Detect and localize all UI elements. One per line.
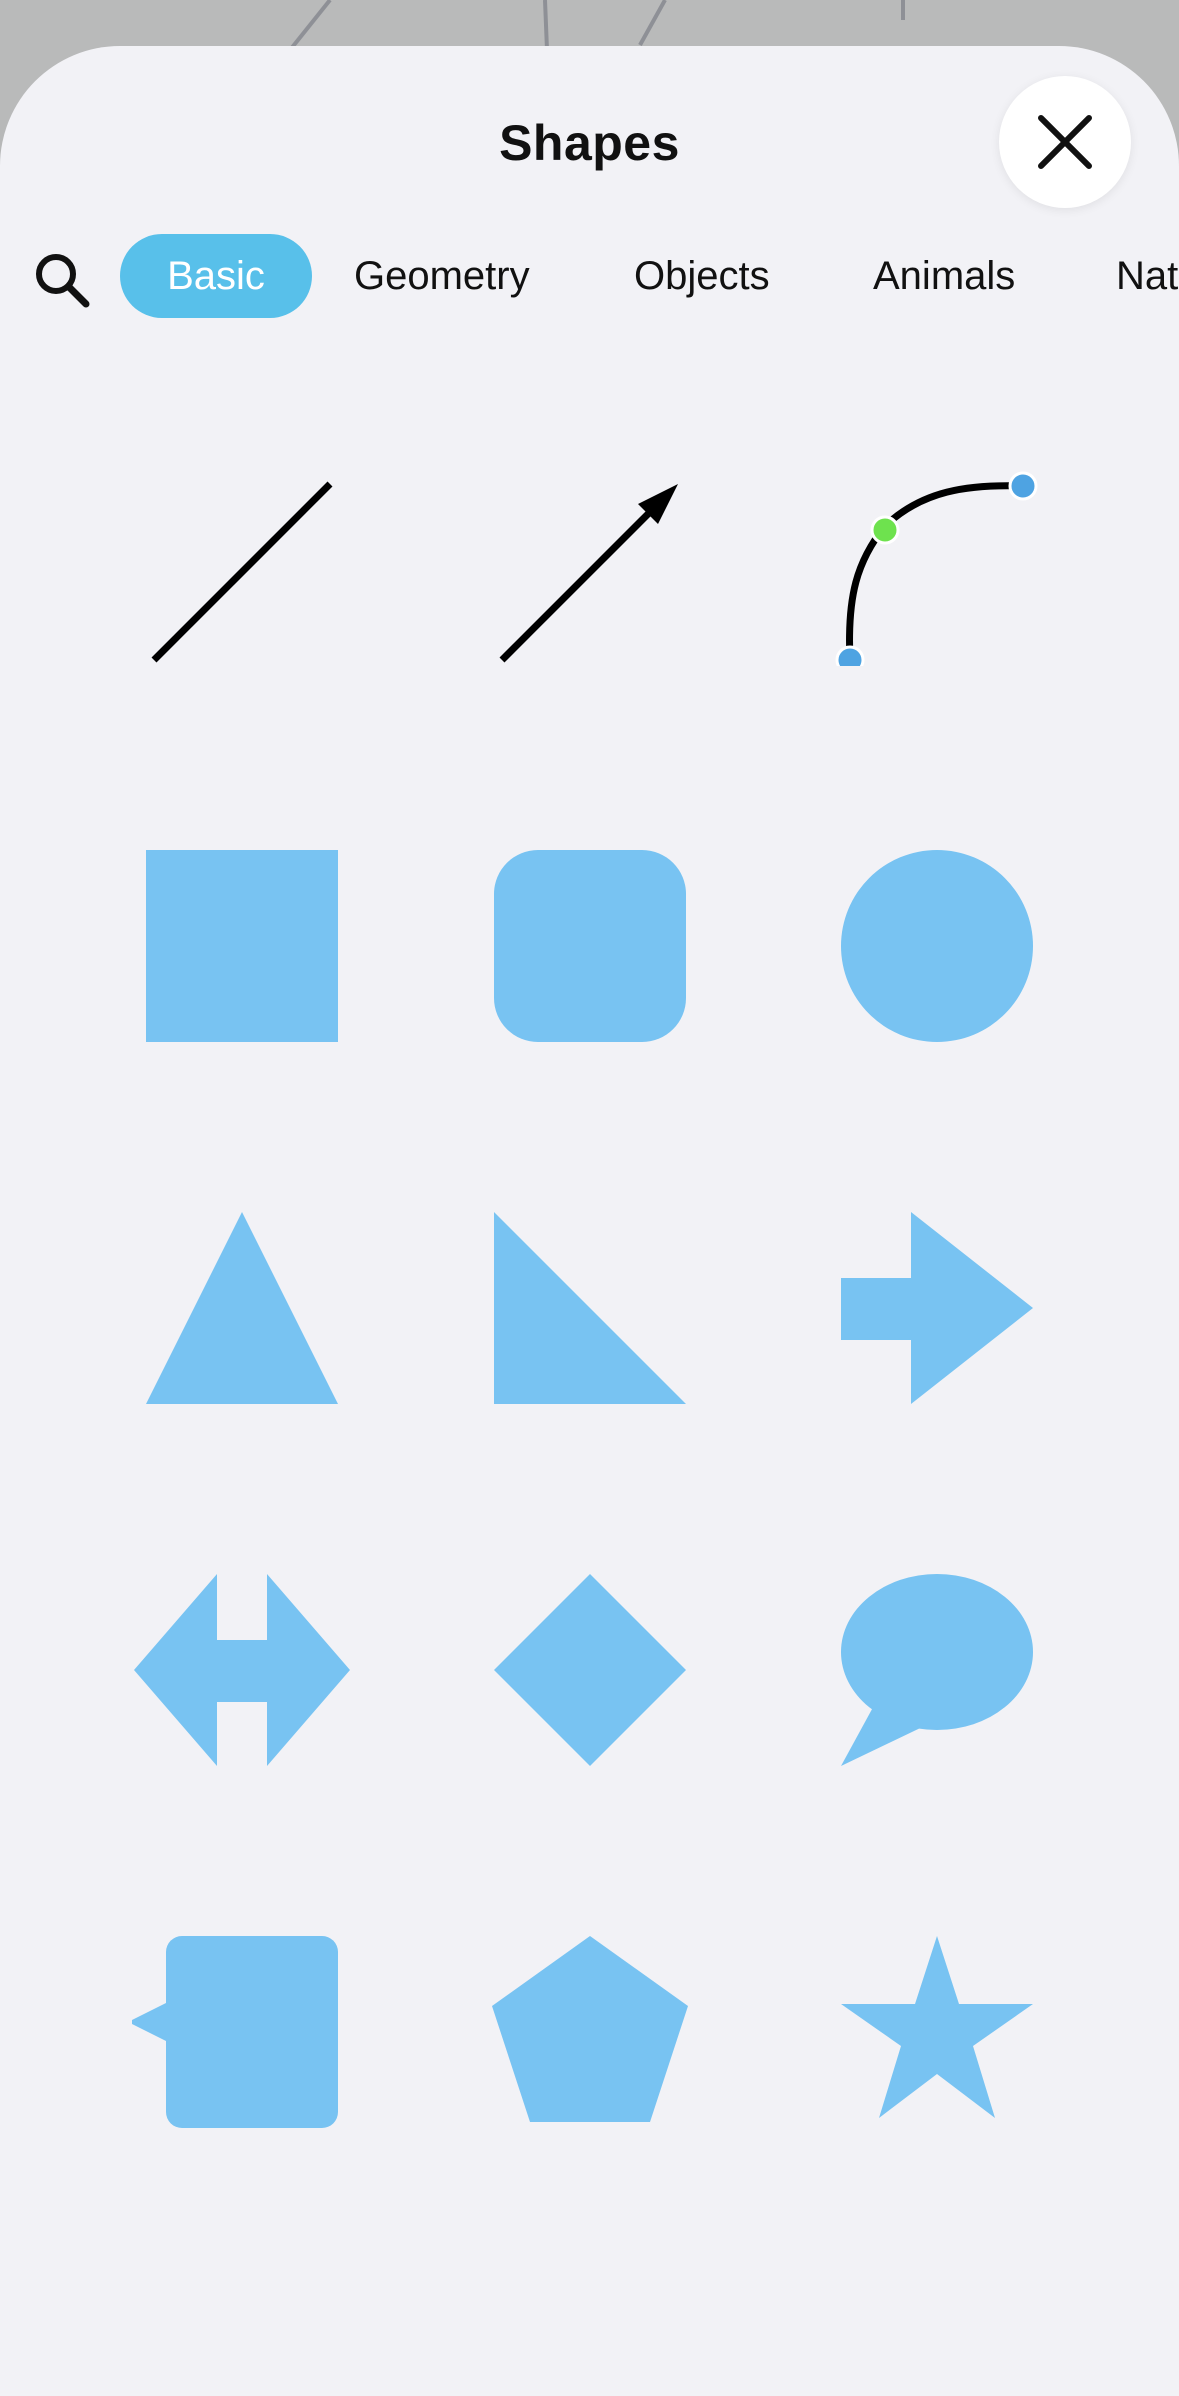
category-tabs: Basic Geometry Objects Animals Nature — [0, 234, 1179, 324]
tab-geometry[interactable]: Geometry — [354, 234, 530, 318]
search-button[interactable] — [34, 252, 92, 310]
tab-basic[interactable]: Basic — [120, 234, 312, 318]
shape-star[interactable] — [827, 1922, 1047, 2142]
shape-circle[interactable] — [827, 836, 1047, 1056]
tab-objects[interactable]: Objects — [634, 234, 770, 318]
tab-nature[interactable]: Nature — [1116, 234, 1179, 318]
tab-animals[interactable]: Animals — [873, 234, 1015, 318]
shapes-sheet: Shapes Basic Geometry Objects Animals Na… — [0, 46, 1179, 2396]
shape-arrow[interactable] — [480, 446, 700, 666]
close-button[interactable] — [999, 76, 1131, 208]
shape-line[interactable] — [132, 446, 352, 666]
shapes-grid — [0, 46, 1179, 2396]
search-icon — [36, 254, 90, 308]
shape-callout[interactable] — [132, 1922, 352, 2142]
shape-arrow-block[interactable] — [827, 1198, 1047, 1418]
close-icon — [1038, 115, 1092, 169]
shape-speech-bubble[interactable] — [827, 1560, 1047, 1780]
shape-square[interactable] — [132, 836, 352, 1056]
shape-diamond[interactable] — [480, 1560, 700, 1780]
shape-double-arrow[interactable] — [132, 1560, 352, 1780]
shape-right-triangle[interactable] — [480, 1198, 700, 1418]
shape-rounded-square[interactable] — [480, 836, 700, 1056]
shape-pentagon[interactable] — [480, 1922, 700, 2142]
shape-triangle[interactable] — [132, 1198, 352, 1418]
shape-curve[interactable] — [827, 446, 1047, 666]
